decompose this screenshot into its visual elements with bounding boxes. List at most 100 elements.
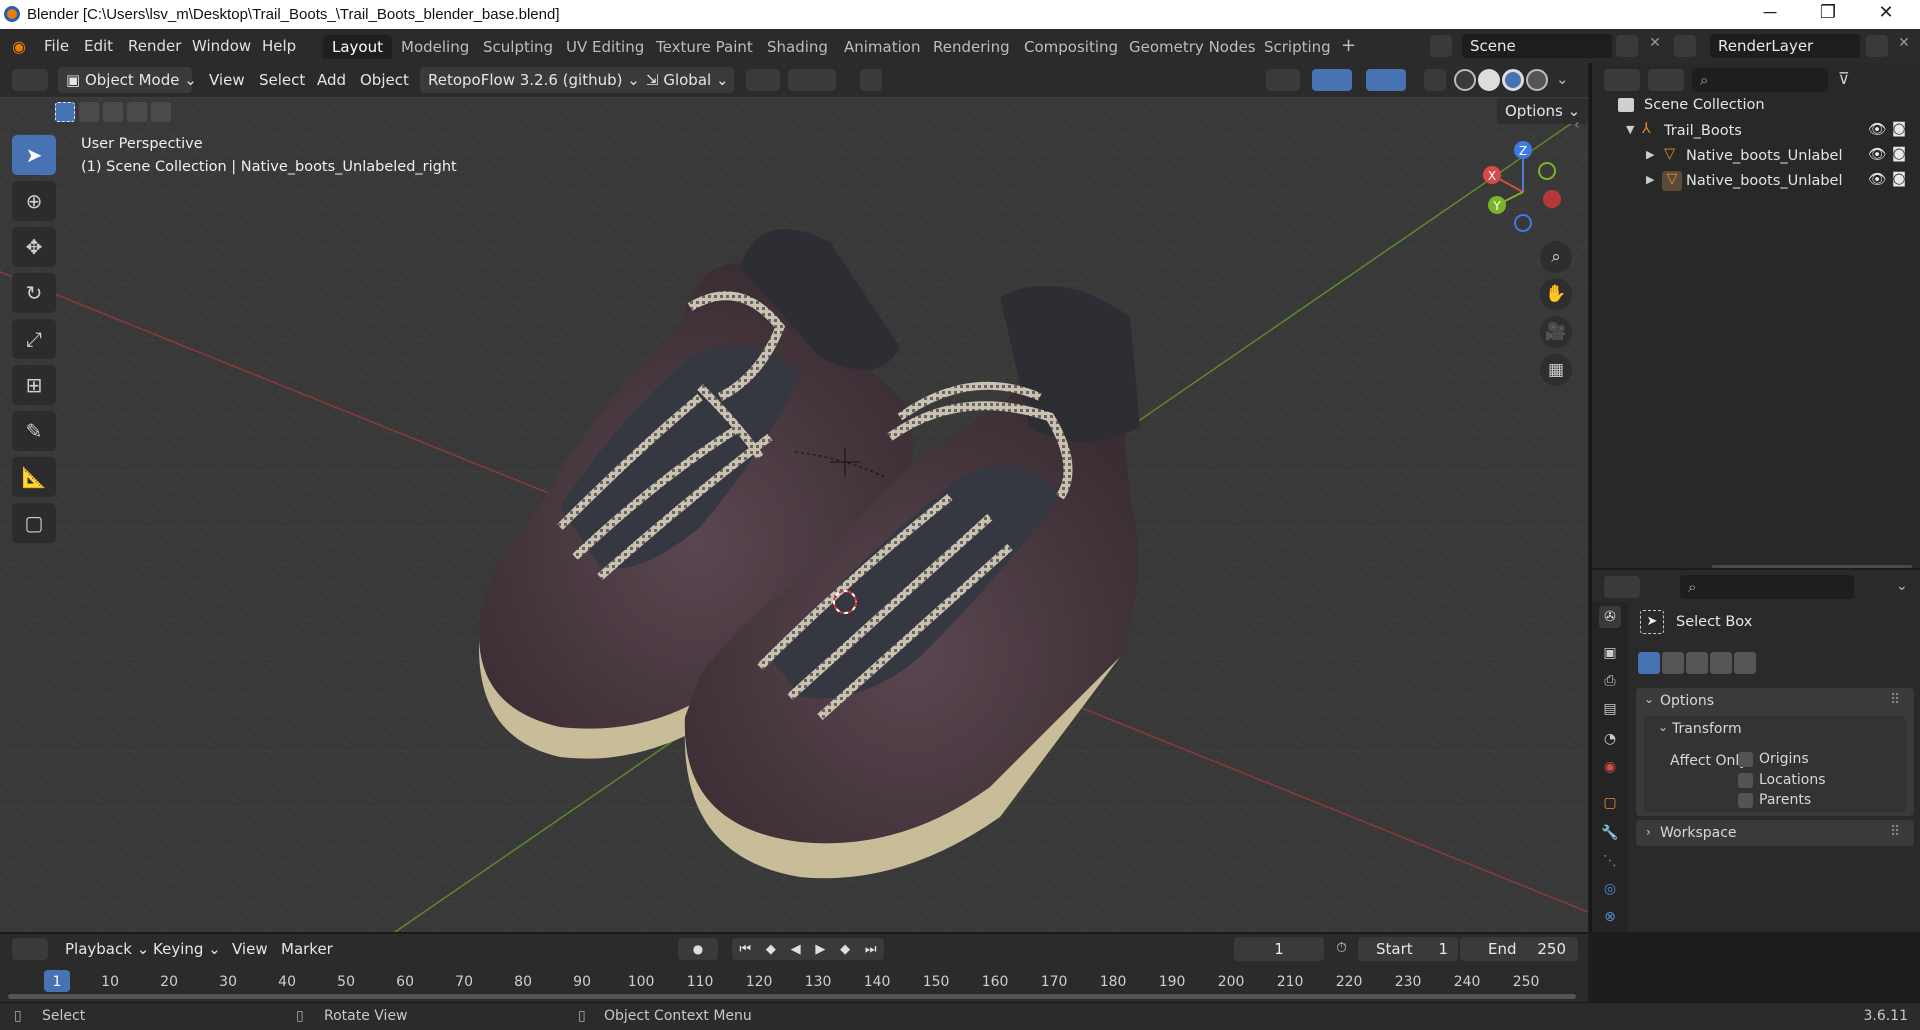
expand-right-icon[interactable]: ▶ <box>1646 148 1654 161</box>
mode-selector[interactable]: ▣ Object Mode ⌄ <box>58 67 197 93</box>
frame-ruler[interactable]: 1 10 20 30 40 50 60 70 80 90 100 110 120 130 140 150 160… <box>0 934 1588 1000</box>
tab-scripting[interactable]: Scripting <box>1255 35 1340 59</box>
expand-right-icon[interactable]: ▶ <box>1646 173 1654 186</box>
locations-checkbox[interactable]: Locations <box>1738 772 1826 788</box>
world-tab-icon[interactable]: ◉ <box>1599 756 1621 778</box>
xray-icon[interactable] <box>1424 69 1446 91</box>
mode-set-icon[interactable] <box>1638 652 1660 674</box>
snap-icon[interactable] <box>788 69 836 91</box>
new-view-layer-icon[interactable] <box>1866 35 1888 57</box>
blender-menu-icon[interactable]: ◉ <box>12 37 26 56</box>
origins-checkbox[interactable]: Origins <box>1738 751 1809 767</box>
menu-object[interactable]: Object <box>360 71 409 89</box>
material-shading-icon[interactable] <box>1502 69 1524 91</box>
transform-tool[interactable]: ⊞ <box>12 365 56 405</box>
outliner-row-trail-boots[interactable]: ▼ ⅄ Trail_Boots 👁 ◙ <box>1592 121 1920 146</box>
select-extend-icon[interactable] <box>79 102 99 122</box>
render-camera-icon[interactable]: ◙ <box>1892 121 1906 137</box>
scene-tab-icon[interactable]: ◔ <box>1599 728 1621 750</box>
outliner-row-native-boots-1[interactable]: ▶ ▽ Native_boots_Unlabel 👁 ◙ <box>1592 146 1920 171</box>
tab-modeling[interactable]: Modeling <box>392 35 478 59</box>
mode-extend-icon[interactable] <box>1662 652 1684 674</box>
outliner-search-input[interactable]: ⌕ <box>1692 68 1828 92</box>
camera-view-icon[interactable]: 🎥 <box>1540 316 1572 348</box>
add-cube-tool[interactable]: ▢ <box>12 503 56 543</box>
3d-viewport[interactable]: User Perspective (1) Scene Collection | … <box>0 97 1588 932</box>
checkbox-box[interactable] <box>1738 792 1753 808</box>
scene-name-field[interactable]: Scene <box>1462 34 1612 58</box>
physics-tab-icon[interactable]: ◎ <box>1599 878 1621 900</box>
editor-type-icon[interactable] <box>12 69 48 91</box>
eye-icon[interactable]: 👁 <box>1868 121 1886 138</box>
sidebar-toggle-chevron-icon[interactable]: ‹ <box>1574 117 1580 133</box>
eye-icon[interactable]: 👁 <box>1868 146 1886 163</box>
proportional-edit-icon[interactable] <box>860 69 882 91</box>
rendered-shading-icon[interactable] <box>1526 69 1548 91</box>
menu-help[interactable]: Help <box>262 37 296 55</box>
checkbox-box[interactable] <box>1738 751 1753 767</box>
properties-search-input[interactable]: ⌕ <box>1680 575 1854 599</box>
select-new-icon[interactable] <box>55 102 75 122</box>
tab-geometry-nodes[interactable]: Geometry Nodes <box>1120 35 1265 59</box>
options-panel-header[interactable]: ⌄ Options ⠿ <box>1636 688 1914 714</box>
outliner-row-native-boots-2[interactable]: ▶ ▽ Native_boots_Unlabel 👁 ◙ <box>1592 171 1920 196</box>
close-button[interactable]: ✕ <box>1866 2 1906 23</box>
select-invert-icon[interactable] <box>127 102 147 122</box>
scene-selector-icon[interactable] <box>1430 35 1452 57</box>
wireframe-shading-icon[interactable] <box>1454 69 1476 91</box>
chevron-down-icon[interactable]: ⌄ <box>1658 720 1668 734</box>
parents-checkbox[interactable]: Parents <box>1738 792 1811 808</box>
object-tab-icon[interactable]: ▢ <box>1599 792 1621 814</box>
overlay-toggle-icon[interactable] <box>1366 69 1406 91</box>
cursor-tool[interactable]: ⊕ <box>12 181 56 221</box>
filter-icon[interactable]: ⊽ <box>1838 69 1876 91</box>
gizmo-toggle-icon[interactable] <box>1312 69 1352 91</box>
shading-options-chevron-icon[interactable]: ⌄ <box>1556 70 1569 88</box>
falloff-icon[interactable] <box>890 69 912 91</box>
menu-window[interactable]: Window <box>192 37 251 55</box>
tab-texture-paint[interactable]: Texture Paint <box>647 35 762 59</box>
select-box-tool[interactable]: ➤ <box>12 135 56 175</box>
transform-orientation-selector[interactable]: ⇲ Global ⌄ <box>638 67 734 93</box>
annotate-tool[interactable]: ✎ <box>12 411 56 451</box>
rotate-tool[interactable]: ↻ <box>12 273 56 313</box>
mode-subtract-icon[interactable] <box>1686 652 1708 674</box>
view-layer-selector-icon[interactable] <box>1674 35 1696 57</box>
particles-tab-icon[interactable]: ⋱ <box>1599 850 1621 872</box>
zoom-icon[interactable]: ⌕ <box>1540 241 1572 273</box>
render-camera-icon[interactable]: ◙ <box>1892 146 1906 162</box>
drag-handle-icon[interactable]: ⠿ <box>1890 824 1900 840</box>
tab-compositing[interactable]: Compositing <box>1015 35 1127 59</box>
menu-view[interactable]: View <box>209 71 245 89</box>
select-subtract-icon[interactable] <box>103 102 123 122</box>
tab-layout[interactable]: Layout <box>323 35 392 59</box>
properties-chevron-icon[interactable]: ⌄ <box>1896 578 1908 594</box>
menu-render[interactable]: Render <box>128 37 181 55</box>
retopoflow-button[interactable]: RetopoFlow 3.2.6 (github) ⌄ <box>420 67 648 93</box>
view-layer-tab-icon[interactable]: ▤ <box>1599 698 1621 720</box>
menu-select[interactable]: Select <box>259 71 305 89</box>
menu-edit[interactable]: Edit <box>84 37 113 55</box>
properties-editor-type-icon[interactable] <box>1604 576 1640 598</box>
display-mode-icon[interactable] <box>1648 69 1684 91</box>
tab-shading[interactable]: Shading <box>758 35 837 59</box>
mode-intersect-icon[interactable] <box>1734 652 1756 674</box>
measure-tool[interactable]: 📐 <box>12 457 56 497</box>
ortho-grid-icon[interactable]: ▦ <box>1540 354 1572 386</box>
navigation-gizmo[interactable]: Z X Y <box>1470 137 1580 247</box>
checkbox-box[interactable] <box>1738 772 1753 788</box>
delete-view-layer-icon[interactable]: ✕ <box>1893 35 1915 57</box>
drag-handle-icon[interactable]: ⠿ <box>1890 692 1900 708</box>
gizmo-neg-y[interactable] <box>1538 162 1556 180</box>
pan-hand-icon[interactable]: ✋ <box>1540 278 1572 310</box>
constraints-tab-icon[interactable]: ⊗ <box>1599 906 1621 928</box>
add-workspace-button[interactable]: + <box>1332 32 1365 56</box>
gizmo-neg-x[interactable] <box>1543 190 1561 208</box>
delete-scene-icon[interactable]: ✕ <box>1644 35 1666 57</box>
eye-icon[interactable]: 👁 <box>1868 171 1886 188</box>
render-layer-field[interactable]: RenderLayer <box>1710 34 1860 58</box>
new-scene-icon[interactable] <box>1616 35 1638 57</box>
pivot-point-icon[interactable] <box>746 69 780 91</box>
visibility-icon[interactable] <box>1266 69 1300 91</box>
outliner-editor-type-icon[interactable] <box>1604 69 1640 91</box>
